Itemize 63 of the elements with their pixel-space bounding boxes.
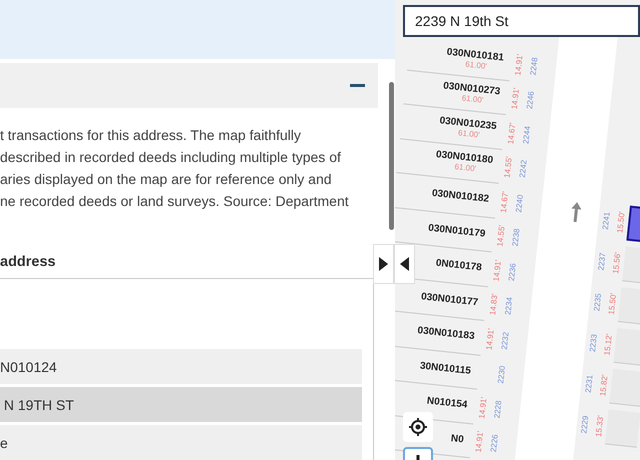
depth-label: 14.67' (498, 190, 510, 213)
section-heading: address (0, 254, 56, 270)
depth-label: 14.55' (502, 156, 514, 179)
depth-label: 14.91' (513, 53, 524, 76)
description-text: t transactions for this address. The map faithfully described in recorded deeds including multiple types of aries displayed on the map are for reference only and ne recorded deeds or land surveys. Source: Department (0, 126, 349, 211)
result-row[interactable]: N010124 (0, 349, 362, 384)
depth-label: 14.91' (484, 328, 496, 350)
house-number: 2246 (524, 91, 536, 110)
parcel-id[interactable]: N010154 (426, 396, 468, 411)
right-triangle-icon (379, 257, 388, 271)
frontage-label: 61.00' (458, 128, 480, 140)
house-number: 2242 (517, 160, 528, 178)
depth-label: 15.50' (615, 211, 626, 234)
house-number: 2235 (592, 292, 603, 312)
house-number: 2248 (528, 56, 540, 76)
house-number: 2233 (588, 334, 598, 352)
house-number: 2229 (579, 415, 590, 434)
house-number: 2230 (496, 366, 507, 384)
depth-label: 14.55' (495, 224, 506, 248)
house-number: 2228 (492, 400, 503, 418)
depth-label: 14.67' (506, 122, 518, 144)
address-search-field[interactable]: 2239 N 19th St (403, 5, 640, 37)
depth-label: 15.12' (602, 333, 614, 356)
frontage-label: 61.00' (461, 94, 484, 105)
depth-label: 15.50' (606, 292, 618, 315)
parcel-id[interactable]: 030N010179 (428, 222, 486, 240)
house-number: 2232 (499, 331, 510, 350)
result-row[interactable]: e (0, 425, 362, 460)
house-number: 2234 (502, 296, 514, 316)
parcel-id[interactable]: 030N010182 (431, 188, 490, 206)
scrollbar-thumb[interactable] (389, 82, 394, 230)
expand-button[interactable] (373, 244, 394, 284)
parcel-id[interactable]: 030N010183 (416, 325, 476, 342)
house-number: 2244 (521, 125, 532, 144)
parcel-id[interactable]: 30N010115 (419, 360, 472, 377)
crosshair-icon (409, 418, 427, 436)
depth-label: 14.91' (510, 88, 521, 110)
parcel-id[interactable]: 0N010178 (435, 258, 482, 274)
result-row[interactable]: N 19TH ST (0, 387, 362, 422)
collapse-button[interactable] (394, 244, 415, 284)
depth-label: 15.56' (610, 252, 622, 274)
parcel-id[interactable]: N0 (450, 432, 464, 446)
locate-button[interactable] (403, 412, 433, 442)
house-number: 2238 (510, 228, 521, 247)
house-number: 2226 (488, 434, 500, 453)
depth-label: 14.91' (491, 259, 503, 282)
depth-label: 14.91' (477, 396, 488, 419)
frontage-label: 61.00' (454, 162, 476, 174)
house-number: 2240 (514, 194, 525, 213)
house-number: 2241 (600, 211, 612, 230)
house-number: 2237 (596, 252, 607, 271)
depth-label: 15.33' (594, 414, 605, 438)
house-number: 2236 (506, 262, 518, 282)
depth-label: 14.91' (473, 430, 485, 454)
parcel-id[interactable]: 030N010177 (420, 291, 479, 308)
house-number: 2231 (583, 374, 594, 394)
left-triangle-icon (400, 257, 409, 271)
parcel-map[interactable] (395, 0, 640, 460)
collapse-icon[interactable] (350, 84, 365, 87)
depth-label: 14.83' (488, 293, 500, 316)
frontage-label: 61.00' (464, 59, 488, 71)
depth-label: 15.82' (598, 374, 610, 397)
north-arrow-icon (570, 202, 582, 222)
